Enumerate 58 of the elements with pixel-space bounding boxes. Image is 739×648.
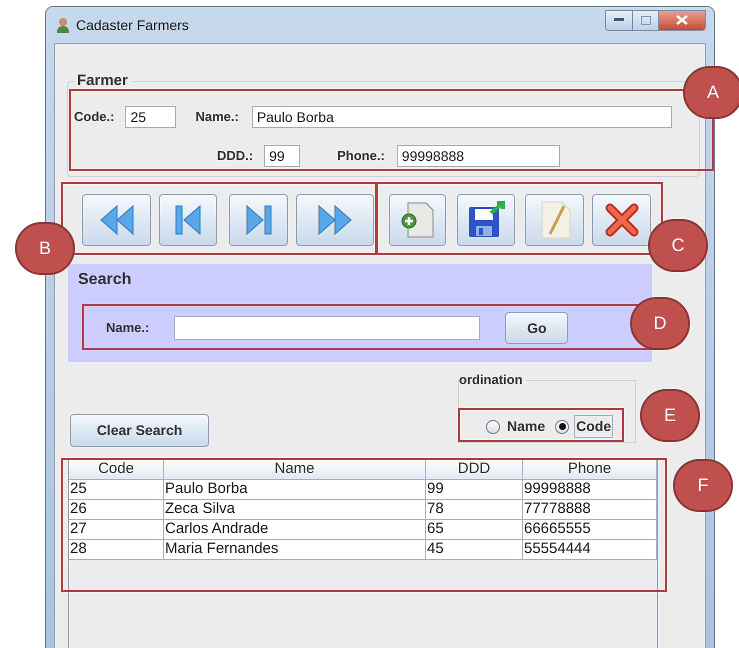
table-cell: Carlos Andrade — [164, 520, 426, 540]
next-record-icon — [244, 203, 274, 237]
last-record-button[interactable] — [296, 194, 374, 246]
column-header[interactable]: Name — [164, 459, 426, 480]
field-label: DDD.: — [217, 147, 254, 166]
phone-field[interactable]: 99998888 — [396, 145, 560, 167]
table-cell: 27 — [69, 520, 164, 540]
table-cell: 26 — [69, 500, 164, 520]
name-field[interactable]: Paulo Borba — [252, 106, 672, 128]
previous-record-button[interactable] — [159, 194, 217, 246]
table-cell: 55554444 — [523, 540, 657, 560]
table-cell: 77778888 — [523, 500, 657, 520]
field-label: Phone.: — [337, 147, 385, 166]
first-record-button[interactable] — [82, 194, 151, 246]
maximize-icon — [640, 16, 650, 24]
clear-search-button[interactable]: Clear Search — [70, 414, 209, 447]
code-field[interactable]: 25 — [125, 106, 176, 128]
field-label: Code.: — [74, 108, 114, 126]
maximize-button[interactable] — [633, 10, 659, 30]
window-title: Cadaster Farmers — [76, 16, 189, 34]
cross-icon — [604, 203, 638, 237]
minimize-icon — [614, 18, 624, 22]
ddd-field[interactable]: 99 — [264, 145, 300, 167]
table-cell: 65 — [426, 520, 523, 540]
table-cell: Maria Fernandes — [164, 540, 426, 560]
table-cell: 78 — [426, 500, 523, 520]
close-button[interactable] — [659, 10, 705, 30]
new-button[interactable] — [389, 194, 446, 246]
radio-option[interactable]: Name — [486, 415, 548, 438]
field-label: Name.: — [195, 108, 239, 126]
document-plus-icon — [400, 201, 436, 239]
table-cell: 66665555 — [523, 520, 657, 540]
panel-title: Search — [78, 270, 132, 290]
table-cell: 99998888 — [523, 480, 657, 500]
table-cell: 25 — [69, 480, 164, 500]
table-cell: 99 — [426, 480, 523, 500]
next-record-button[interactable] — [229, 194, 288, 246]
table-cell: 28 — [69, 540, 164, 560]
table-cell: Zeca Silva — [164, 500, 426, 520]
column-header[interactable]: DDD — [426, 459, 523, 480]
edit-button[interactable] — [525, 194, 584, 246]
annotation-marker: B — [15, 222, 75, 275]
previous-record-icon — [173, 203, 203, 237]
minimize-button[interactable] — [606, 10, 633, 30]
save-button[interactable] — [457, 194, 515, 246]
column-header[interactable]: Phone — [523, 459, 657, 480]
floppy-disk-icon — [467, 201, 505, 239]
close-icon — [676, 15, 688, 25]
table-cell: Paulo Borba — [164, 480, 426, 500]
go-button[interactable]: Go — [505, 312, 568, 344]
column-header[interactable]: Code — [69, 459, 164, 480]
table-cell: 45 — [426, 540, 523, 560]
annotation-marker: A — [683, 66, 739, 119]
search-field[interactable] — [174, 316, 480, 340]
field-label: Name.: — [106, 319, 150, 338]
annotation-marker: F — [673, 459, 733, 512]
person-icon — [56, 17, 70, 33]
delete-button[interactable] — [592, 194, 651, 246]
